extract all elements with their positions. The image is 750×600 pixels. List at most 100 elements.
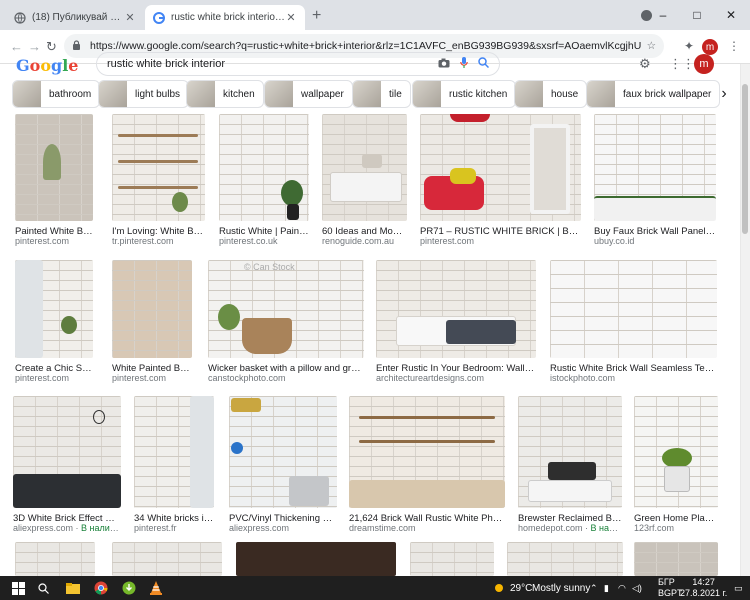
tab-google-search[interactable]: rustic white brick interior – Goog... ✕ (145, 5, 305, 30)
result-image: © Can Stock (208, 260, 364, 358)
result-source: aliexpress.com · В наличност (13, 523, 121, 533)
search-query-text: rustic white brick interior (107, 58, 225, 70)
camera-icon[interactable] (438, 58, 450, 71)
tray-chevron-up-icon[interactable]: ⌃ (590, 580, 598, 596)
close-window-button[interactable]: ✕ (714, 8, 748, 22)
tab-close-icon[interactable]: ✕ (124, 11, 136, 24)
result-card[interactable]: 34 White bricks ideas i... pinterest.fr (134, 396, 214, 533)
chip-house[interactable]: house (514, 80, 588, 108)
result-card[interactable] (15, 542, 95, 576)
result-card[interactable]: Enter Rustic In Your Bedroom: Wall Of Wh… (376, 260, 536, 383)
result-card[interactable]: White Painted Brick Wa... pinterest.com (112, 260, 192, 383)
result-card[interactable]: Create a Chic Statemen... pinterest.com (15, 260, 93, 383)
result-image (420, 114, 581, 221)
chevron-right-icon[interactable]: › (712, 82, 736, 106)
result-card[interactable]: Rustic White | Painted bri... pinterest.… (219, 114, 309, 246)
chip-wallpaper[interactable]: wallpaper (264, 80, 353, 108)
file-explorer-icon[interactable] (66, 580, 80, 596)
result-image (518, 396, 622, 508)
weather-temp[interactable]: 29°C (510, 580, 532, 596)
chip-thumbnail (515, 81, 543, 107)
chip-faux-brick-wallpaper[interactable]: faux brick wallpaper (586, 80, 721, 108)
result-card[interactable]: Brewster Reclaimed Bricks W... homedepot… (518, 396, 622, 533)
reload-icon[interactable]: ↻ (46, 39, 57, 55)
tab-close-icon[interactable]: ✕ (285, 11, 297, 24)
new-tab-button[interactable]: + (312, 7, 321, 25)
result-card[interactable]: Buy Faux Brick Wall Panels DIY Wall... u… (594, 114, 716, 246)
chip-thumbnail (587, 81, 615, 107)
notifications-icon[interactable]: ▭ (734, 580, 743, 596)
result-card[interactable]: Painted White Brick Wa... pinterest.com (15, 114, 93, 246)
language-indicator[interactable]: БГР BGPT (658, 577, 683, 598)
result-card[interactable] (112, 542, 222, 576)
chip-tile[interactable]: tile (352, 80, 411, 108)
chip-light-bulbs[interactable]: light bulbs (98, 80, 190, 108)
result-card[interactable] (410, 542, 494, 576)
result-image (322, 114, 407, 221)
result-image (634, 396, 718, 508)
result-card[interactable]: PR71 – RUSTIC WHITE BRICK | Brick interi… (420, 114, 581, 246)
maximize-button[interactable]: □ (680, 8, 714, 22)
result-image (634, 542, 718, 576)
profile-avatar[interactable]: m (702, 39, 718, 55)
google-g-icon (153, 11, 165, 24)
result-card[interactable]: © Can Stock Wicker basket with a pillow … (208, 260, 364, 383)
result-card[interactable]: Rustic White Brick Wall Seamless Texture… (550, 260, 717, 383)
back-arrow-icon[interactable]: ← (10, 39, 23, 54)
wifi-icon[interactable]: ◠ (618, 580, 626, 596)
windows-start-icon[interactable] (12, 580, 25, 596)
settings-gear-icon[interactable]: ⚙ (639, 56, 651, 72)
result-image (112, 260, 192, 358)
tab-forum[interactable]: (18) Публикувай отговор | Фор... ✕ (6, 5, 144, 30)
chip-kitchen[interactable]: kitchen (186, 80, 264, 108)
result-card[interactable]: Green Home Plant Nea... 123rf.com (634, 396, 718, 533)
chip-thumbnail (413, 81, 441, 107)
result-image (134, 396, 214, 508)
result-card[interactable]: PVC/Vinyl Thickening white br... aliexpr… (229, 396, 337, 533)
result-image (376, 260, 536, 358)
apps-grid-icon[interactable]: ⋮⋮ (669, 56, 695, 72)
google-account-avatar[interactable]: m (694, 54, 714, 74)
torrent-app-icon[interactable] (122, 580, 136, 596)
url-text: https://www.google.com/search?q=rustic+w… (90, 40, 641, 52)
result-image (15, 542, 95, 576)
chip-rustic-kitchen[interactable]: rustic kitchen (412, 80, 517, 108)
result-card[interactable] (634, 542, 718, 576)
forward-arrow-icon[interactable]: → (28, 39, 41, 54)
result-card[interactable]: 21,624 Brick Wall Rustic White Photos - … (349, 396, 505, 533)
tab-title: rustic white brick interior – Goog... (171, 12, 285, 23)
vlc-icon[interactable] (150, 580, 162, 596)
weather-sun-icon[interactable] (492, 580, 506, 596)
menu-kebab-icon[interactable]: ⋮ (728, 39, 740, 53)
bookmark-star-icon[interactable]: ☆ (647, 40, 656, 52)
related-search-chips: bathroom light bulbs kitchen wallpaper t… (0, 78, 740, 110)
microphone-icon[interactable] (460, 56, 468, 72)
globe-icon (14, 11, 26, 24)
result-image (219, 114, 309, 221)
chip-thumbnail (187, 81, 215, 107)
window-controls: – □ ✕ (646, 0, 748, 30)
chrome-icon[interactable] (94, 580, 108, 596)
image-results-grid: Painted White Brick Wa... pinterest.com … (0, 114, 740, 576)
result-card[interactable] (507, 542, 623, 576)
weather-desc[interactable]: Mostly sunny (532, 580, 590, 596)
result-card[interactable]: 3D White Brick Effect Wallpap... aliexpr… (13, 396, 121, 533)
result-card[interactable]: I'm Loving: White Brick Wal... tr.pinter… (112, 114, 205, 246)
search-icon[interactable] (38, 580, 49, 596)
search-input[interactable]: rustic white brick interior (96, 52, 500, 76)
google-logo[interactable]: Google (16, 56, 78, 80)
clock[interactable]: 14:27 27.8.2021 г. (680, 577, 727, 598)
result-card[interactable]: 60 Ideas and Modern D... renoguide.com.a… (322, 114, 407, 246)
extensions-puzzle-icon[interactable]: ✦ (684, 39, 694, 53)
minimize-button[interactable]: – (646, 8, 680, 22)
result-card[interactable] (236, 542, 396, 576)
result-image (112, 542, 222, 576)
battery-icon[interactable]: ▮ (604, 580, 609, 596)
chip-thumbnail (353, 81, 381, 107)
result-image (550, 260, 717, 358)
scrollbar-thumb[interactable] (742, 84, 748, 234)
volume-icon[interactable]: ◁) (632, 580, 642, 596)
search-icon[interactable] (478, 57, 490, 71)
result-image (410, 542, 494, 576)
chip-bathroom[interactable]: bathroom (12, 80, 101, 108)
